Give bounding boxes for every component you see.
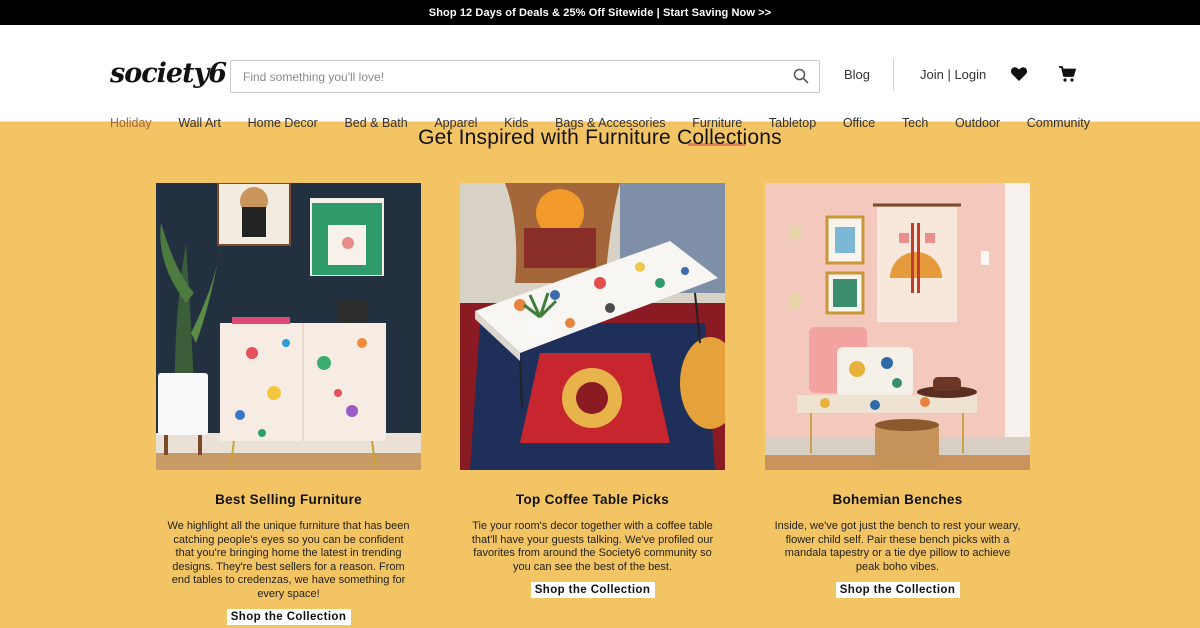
search-input[interactable] (231, 61, 771, 92)
search-box[interactable] (230, 60, 820, 93)
collection-description: Inside, we've got just the bench to rest… (774, 520, 1021, 573)
collection-card-bohemian-benches: Bohemian Benches Inside, we've got just … (765, 183, 1030, 598)
search-icon[interactable] (793, 68, 809, 84)
shop-collection-button[interactable]: Shop the Collection (835, 582, 960, 598)
collection-description: Tie your room's decor together with a co… (471, 520, 714, 573)
collection-image-coffee-table[interactable] (460, 183, 740, 470)
collection-card-coffee-table: Top Coffee Table Picks Tie your room's d… (460, 183, 740, 598)
shop-collection-button[interactable]: Shop the Collection (530, 582, 655, 598)
collection-card-best-selling: Best Selling Furniture We highlight all … (156, 182, 421, 625)
promo-text[interactable]: Shop 12 Days of Deals & 25% Off Sitewide… (429, 7, 771, 19)
cart-icon[interactable] (1058, 65, 1076, 83)
collection-image-bench[interactable] (765, 183, 1030, 470)
shop-collection-button[interactable]: Shop the Collection (226, 609, 351, 625)
blog-link[interactable]: Blog (844, 67, 870, 82)
heart-icon[interactable] (1010, 66, 1028, 82)
page-title: Get Inspired with Furniture Collections (418, 126, 782, 149)
site-header: society6 Blog Join | Login Holiday Wall … (0, 25, 1200, 146)
collection-description: We highlight all the unique furniture th… (167, 520, 410, 600)
header-divider (893, 59, 894, 91)
collection-title: Bohemian Benches (832, 492, 963, 507)
login-link[interactable]: Join | Login (920, 67, 986, 82)
main-content: Get Inspired with Furniture Collections (0, 122, 1200, 628)
collection-title: Top Coffee Table Picks (515, 492, 670, 507)
collection-title: Best Selling Furniture (215, 492, 362, 507)
promo-banner[interactable]: Shop 12 Days of Deals & 25% Off Sitewide… (0, 0, 1200, 25)
collection-image-credenza[interactable] (156, 182, 421, 471)
logo[interactable]: society6 (110, 58, 227, 89)
